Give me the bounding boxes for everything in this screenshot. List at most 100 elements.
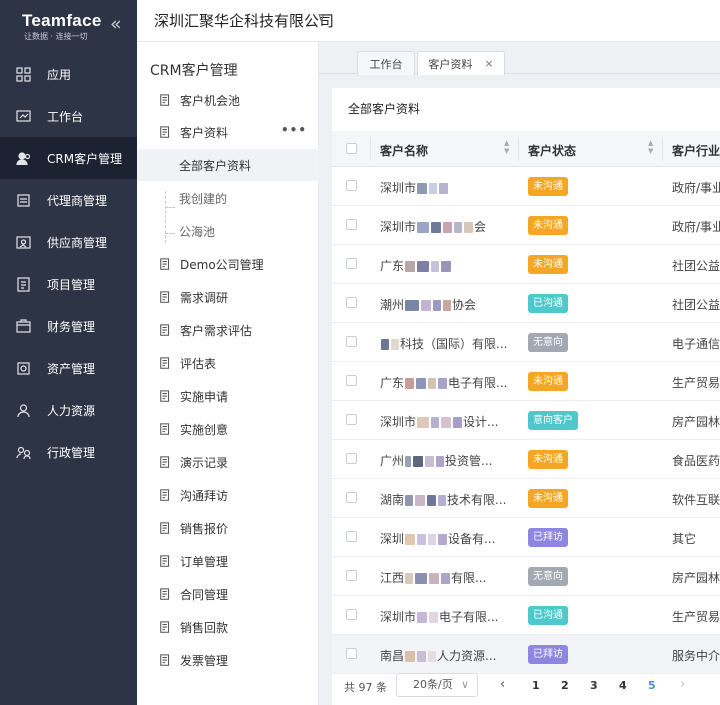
row-checkbox[interactable] <box>346 258 357 269</box>
customer-name-cell[interactable]: 江西 有限... <box>380 569 486 586</box>
row-checkbox[interactable] <box>346 570 357 581</box>
row-checkbox[interactable] <box>346 180 357 191</box>
table-row[interactable]: 广州 投资管... 未沟通 食品医药 <box>332 440 720 479</box>
nav-item-9[interactable]: 行政管理 <box>0 431 137 473</box>
table-row[interactable]: 深圳 设备有... 已拜访 其它 <box>332 518 720 557</box>
customer-name-cell[interactable]: 深圳 设备有... <box>380 530 495 547</box>
row-checkbox[interactable] <box>346 531 357 542</box>
industry-cell: 其它 <box>672 532 697 546</box>
row-checkbox[interactable] <box>346 414 357 425</box>
submenu-item-9[interactable]: 实施申请 <box>137 380 319 412</box>
table-row[interactable]: 科技（国际）有限... 无意向 电子通信 <box>332 323 720 362</box>
customer-name-cell[interactable]: 深圳市 设计... <box>380 413 498 430</box>
customer-name-cell[interactable]: 广东 电子有限... <box>380 374 507 391</box>
prev-page-button[interactable]: ‹ <box>500 677 505 692</box>
column-header-status[interactable]: 客户状态 <box>528 142 576 159</box>
nav-item-5[interactable]: 项目管理 <box>0 263 137 305</box>
submenu-item-11[interactable]: 演示记录 <box>137 446 319 478</box>
submenu-item-5[interactable]: Demo公司管理 <box>137 248 319 280</box>
table-row[interactable]: 深圳市 未沟通 政府/事业 <box>332 167 720 206</box>
nav-item-8[interactable]: 人力资源 <box>0 389 137 431</box>
table-row[interactable]: 广东 未沟通 社团公益 <box>332 245 720 284</box>
select-all-checkbox[interactable] <box>346 143 357 154</box>
row-checkbox[interactable] <box>346 453 357 464</box>
page-size-select[interactable]: 20条/页 ∨ <box>396 673 478 697</box>
customer-name-cell[interactable]: 南昌 人力资源... <box>380 647 496 664</box>
customer-name-cell[interactable]: 湖南 技术有限... <box>380 491 506 508</box>
nav-item-0[interactable]: 应用 <box>0 53 137 95</box>
nav-item-label: 人力资源 <box>47 403 96 418</box>
submenu-item-15[interactable]: 合同管理 <box>137 578 319 610</box>
submenu-item-1[interactable]: 客户资料 ••• <box>137 116 319 148</box>
close-icon[interactable]: × <box>484 57 493 70</box>
customer-name-suffix: 设备有... <box>448 532 496 546</box>
submenu-item-8[interactable]: 评估表 <box>137 347 319 379</box>
submenu-item-4[interactable]: 公海池 <box>137 215 319 247</box>
submenu-item-0[interactable]: 客户机会池 <box>137 84 319 116</box>
row-checkbox[interactable] <box>346 648 357 659</box>
redacted-mask <box>441 573 451 584</box>
column-header-name[interactable]: 客户名称 <box>380 142 428 159</box>
table-row[interactable]: 江西 有限... 无意向 房产园林 <box>332 557 720 596</box>
submenu-item-14[interactable]: 订单管理 <box>137 545 319 577</box>
submenu-item-16[interactable]: 销售回款 <box>137 611 319 643</box>
table-row[interactable]: 潮州 协会 已沟通 社团公益 <box>332 284 720 323</box>
submenu-item-2[interactable]: 全部客户资料 <box>137 149 319 181</box>
tab-workbench[interactable]: 工作台 <box>357 51 415 75</box>
submenu-item-13[interactable]: 销售报价 <box>137 512 319 544</box>
table-row[interactable]: 深圳市 会 未沟通 政府/事业 <box>332 206 720 245</box>
more-options-icon[interactable]: ••• <box>281 123 307 137</box>
row-checkbox[interactable] <box>346 492 357 503</box>
page-button-2[interactable]: 2 <box>561 679 569 692</box>
table-row[interactable]: 深圳市 设计... 意向客户 房产园林 <box>332 401 720 440</box>
table-row[interactable]: 深圳市 电子有限... 已沟通 生产贸易 <box>332 596 720 635</box>
tab-customer-info[interactable]: 客户资料 × <box>417 51 505 75</box>
nav-item-4[interactable]: 供应商管理 <box>0 221 137 263</box>
customer-name-cell[interactable]: 科技（国际）有限... <box>380 335 507 352</box>
nav-item-7[interactable]: 资产管理 <box>0 347 137 389</box>
customer-name-cell[interactable]: 深圳市 会 <box>380 218 486 235</box>
table-row[interactable]: 湖南 技术有限... 未沟通 软件互联 <box>332 479 720 518</box>
customer-name-suffix: 技术有限... <box>447 493 507 507</box>
row-checkbox[interactable] <box>346 219 357 230</box>
nav-item-1[interactable]: 工作台 <box>0 95 137 137</box>
sort-icon[interactable]: ▲ ▼ <box>648 139 653 155</box>
customer-name-cell[interactable]: 潮州 协会 <box>380 296 476 313</box>
row-checkbox[interactable] <box>346 297 357 308</box>
sort-icon[interactable]: ▲ ▼ <box>504 139 509 155</box>
page-button-1[interactable]: 1 <box>532 679 540 692</box>
customer-name-cell[interactable]: 深圳市 电子有限... <box>380 608 498 625</box>
column-header-industry[interactable]: 客户行业 <box>672 142 720 159</box>
nav-item-6[interactable]: 财务管理 <box>0 305 137 347</box>
redacted-mask <box>417 222 430 233</box>
page-button-5[interactable]: 5 <box>648 679 656 692</box>
submenu-item-12[interactable]: 沟通拜访 <box>137 479 319 511</box>
company-switcher[interactable]: 深圳汇聚华企科技有限公司 <box>154 10 334 31</box>
submenu-item-label: 合同管理 <box>180 587 229 602</box>
row-checkbox[interactable] <box>346 375 357 386</box>
customer-name-cell[interactable]: 广州 投资管... <box>380 452 492 469</box>
next-page-button[interactable]: › <box>680 677 685 692</box>
customer-name-cell[interactable]: 深圳市 <box>380 179 449 196</box>
nav-item-2[interactable]: CRM客户管理 <box>0 137 137 179</box>
table-row[interactable]: 广东 电子有限... 未沟通 生产贸易 <box>332 362 720 401</box>
submenu-item-6[interactable]: 需求调研 <box>137 281 319 313</box>
submenu-item-3[interactable]: 我创建的 <box>137 182 319 214</box>
collapse-sidebar-icon[interactable]: « <box>110 14 122 34</box>
tab-bar: 工作台 客户资料 × <box>319 42 720 75</box>
row-checkbox[interactable] <box>346 609 357 620</box>
submenu-item-10[interactable]: 实施创意 <box>137 413 319 445</box>
submenu-item-label: 全部客户资料 <box>179 158 252 173</box>
page-button-3[interactable]: 3 <box>590 679 598 692</box>
submenu-item-7[interactable]: 客户需求评估 <box>137 314 319 346</box>
status-badge: 未沟通 <box>528 255 568 274</box>
page-button-4[interactable]: 4 <box>619 679 627 692</box>
table-row[interactable]: 南昌 人力资源... 已拜访 服务中介 <box>332 635 720 674</box>
submenu-item-17[interactable]: 发票管理 <box>137 644 319 676</box>
row-checkbox[interactable] <box>346 336 357 347</box>
customer-name-cell[interactable]: 广东 <box>380 257 452 274</box>
customer-name-prefix: 潮州 <box>380 298 405 312</box>
chevron-down-icon[interactable]: ∨ <box>317 10 326 24</box>
submenu-item-label: 演示记录 <box>180 455 229 470</box>
nav-item-3[interactable]: 代理商管理 <box>0 179 137 221</box>
